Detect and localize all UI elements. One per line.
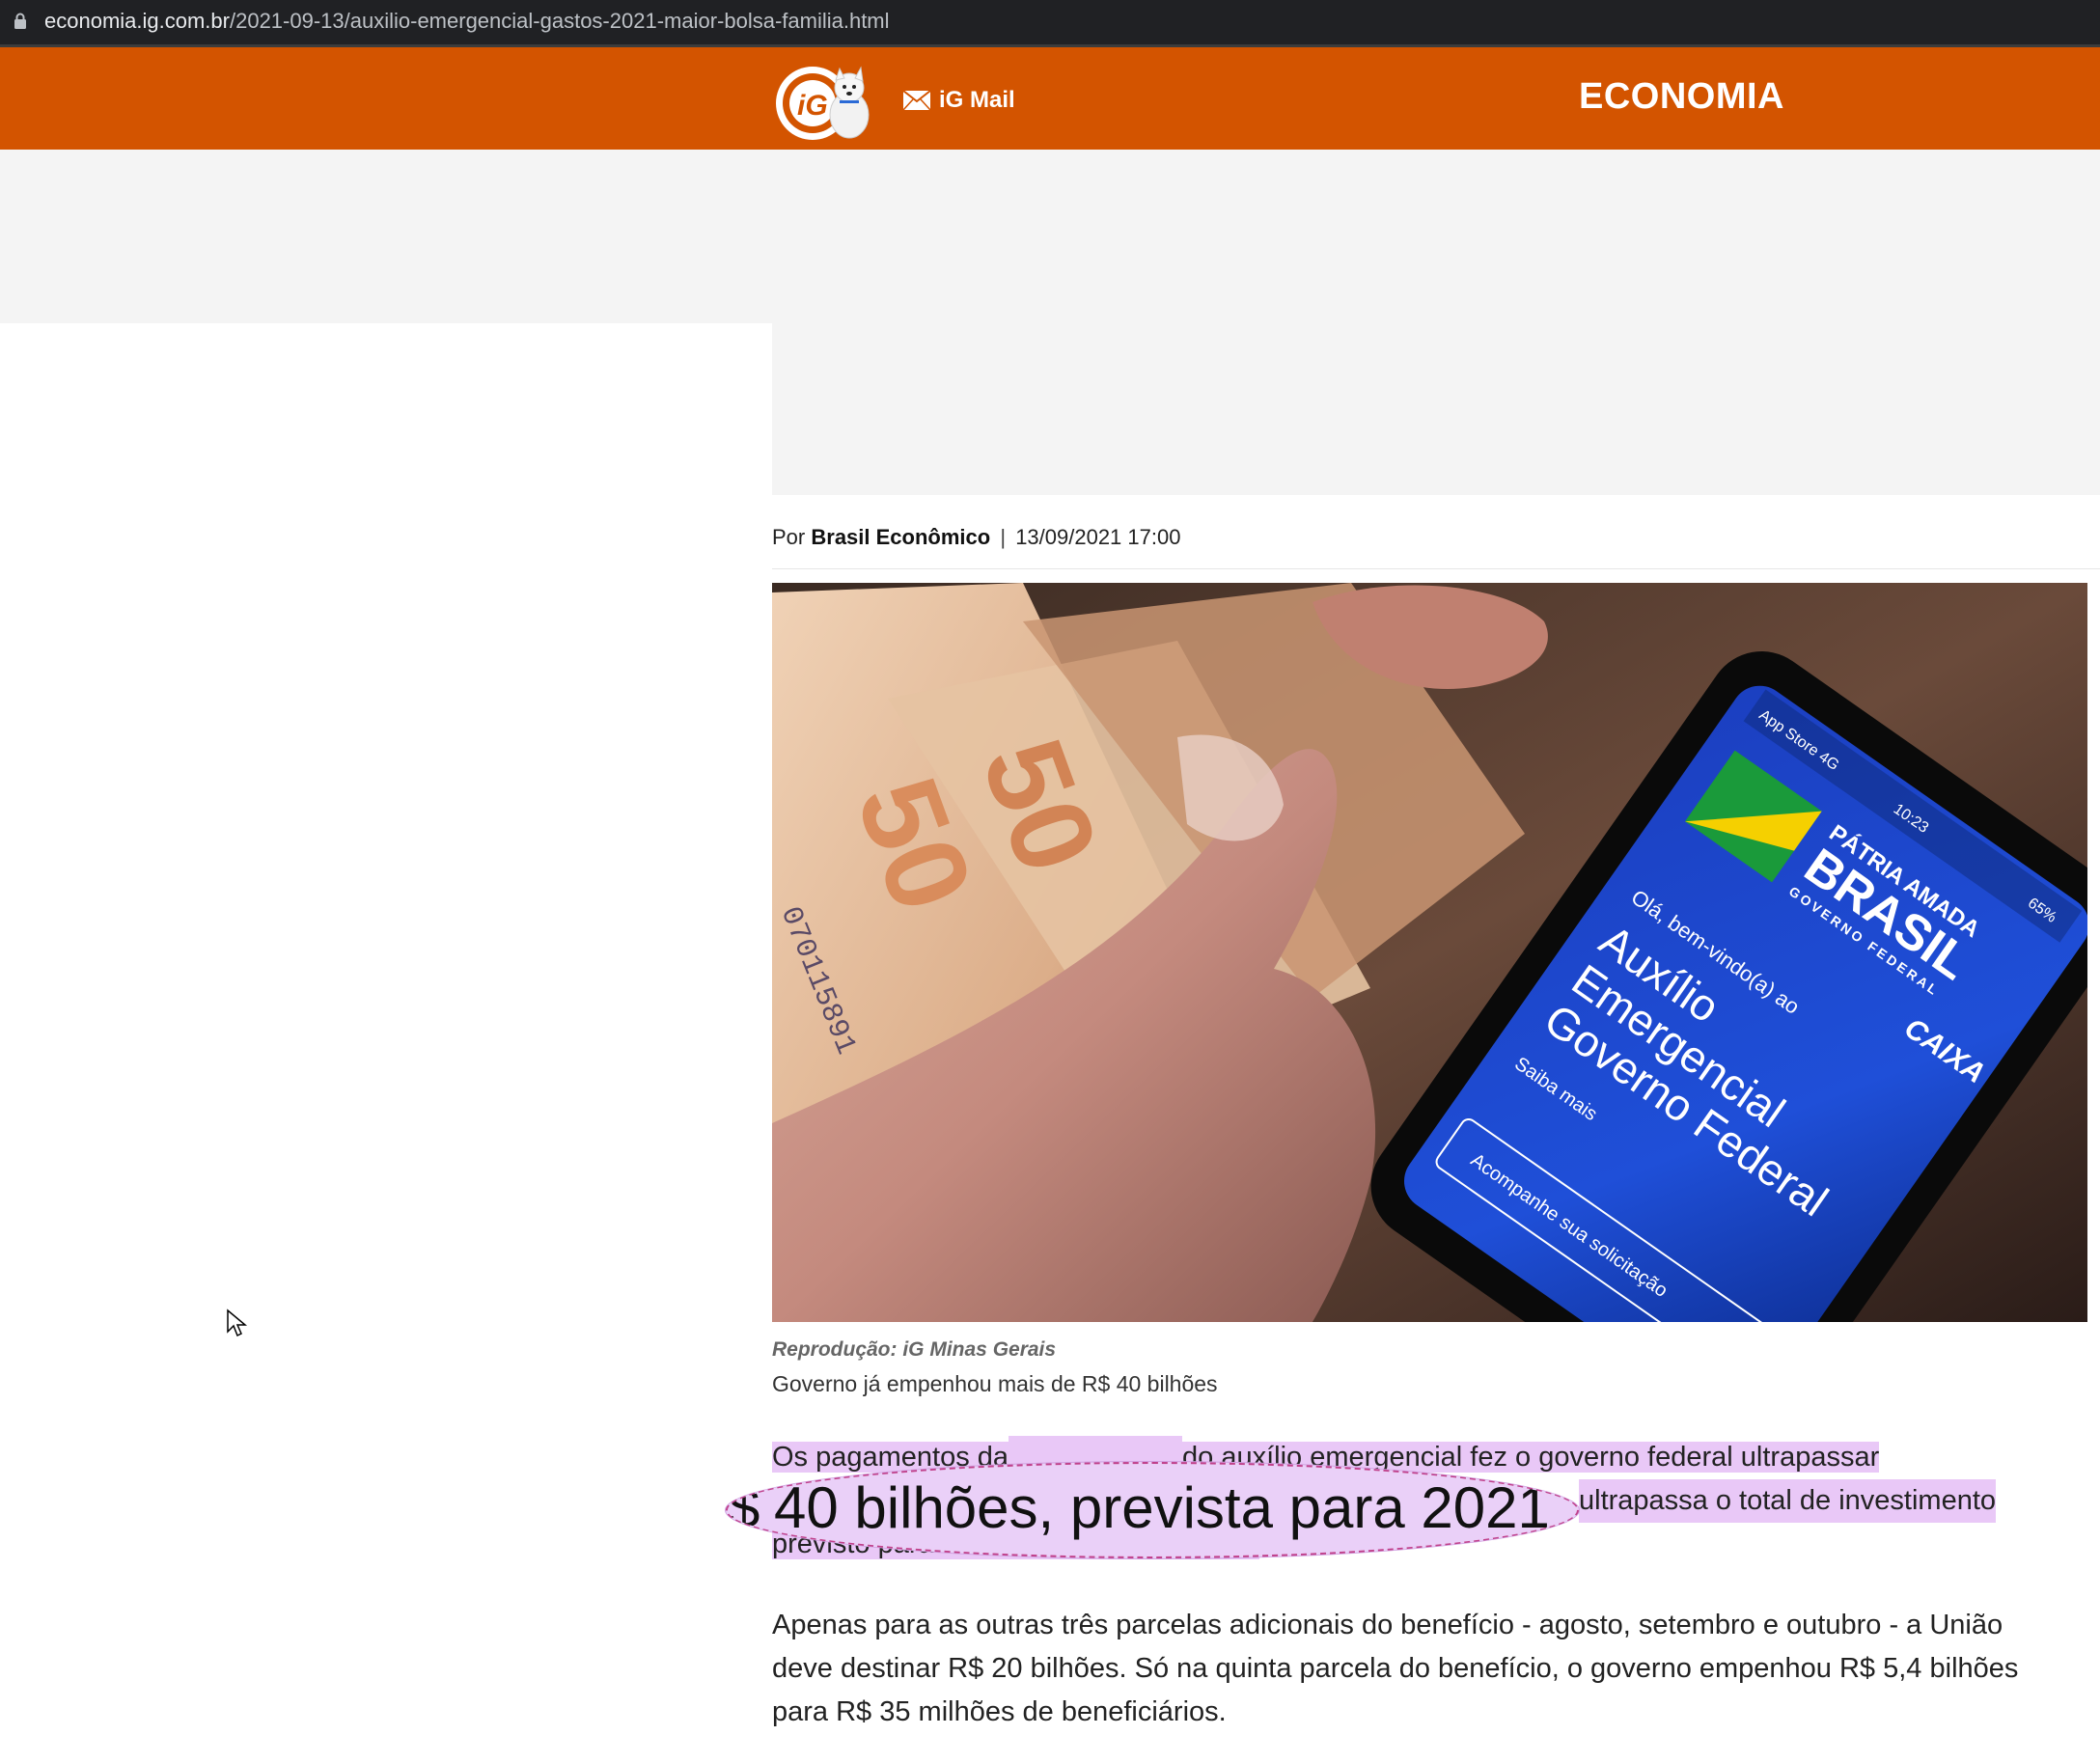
svg-text:iG: iG [797,90,828,122]
ad-banner-content [772,323,2100,495]
zoom-magnifier: $ 40 bilhões, prevista para 2021 [726,1462,1579,1558]
section-title[interactable]: ECONOMIA [1579,76,1784,118]
image-credit: Reprodução: iG Minas Gerais [772,1338,1057,1361]
zoom-edge-text: $ [728,1475,760,1540]
article-paragraph-2: Apenas para as outras três parcelas adic… [772,1610,2019,1727]
url-host: economia.ig.com.br [44,9,230,33]
lock-icon [14,13,26,29]
publish-datetime: 13/09/2021 17:00 [1015,525,1181,549]
mouse-cursor-icon [227,1308,247,1337]
divider [772,568,2100,569]
p1-line2-end: ultrapassa o total de investimento [1579,1479,1997,1523]
ig-mail-label: iG Mail [939,87,1015,113]
author-link[interactable]: Brasil Econômico [811,525,990,549]
ig-logo-icon[interactable]: iG [772,55,878,144]
url-text[interactable]: economia.ig.com.br/2021-09-13/auxilio-em… [44,9,890,34]
ad-banner-top [0,150,2100,323]
byline-prefix: Por [772,525,806,549]
zoom-text: 40 bilhões, prevista para 2021 [774,1475,1550,1540]
byline-separator: | [1000,525,1007,549]
image-caption: Governo já empenhou mais de R$ 40 bilhõe… [772,1371,1218,1396]
url-path: /2021-09-13/auxilio-emergencial-gastos-2… [229,9,890,33]
byline: Por Brasil Econômico | 13/09/2021 17:00 [772,524,1180,551]
browser-address-bar[interactable]: economia.ig.com.br/2021-09-13/auxilio-em… [0,0,2100,47]
article-photo: 50 50 070115891 App Store 4G 10:23 65% P… [772,583,2087,1322]
ig-mail-link[interactable]: iG Mail [902,86,1015,115]
envelope-icon [902,90,931,111]
site-header: iG iG Mail ECONOMIA [0,47,2100,150]
